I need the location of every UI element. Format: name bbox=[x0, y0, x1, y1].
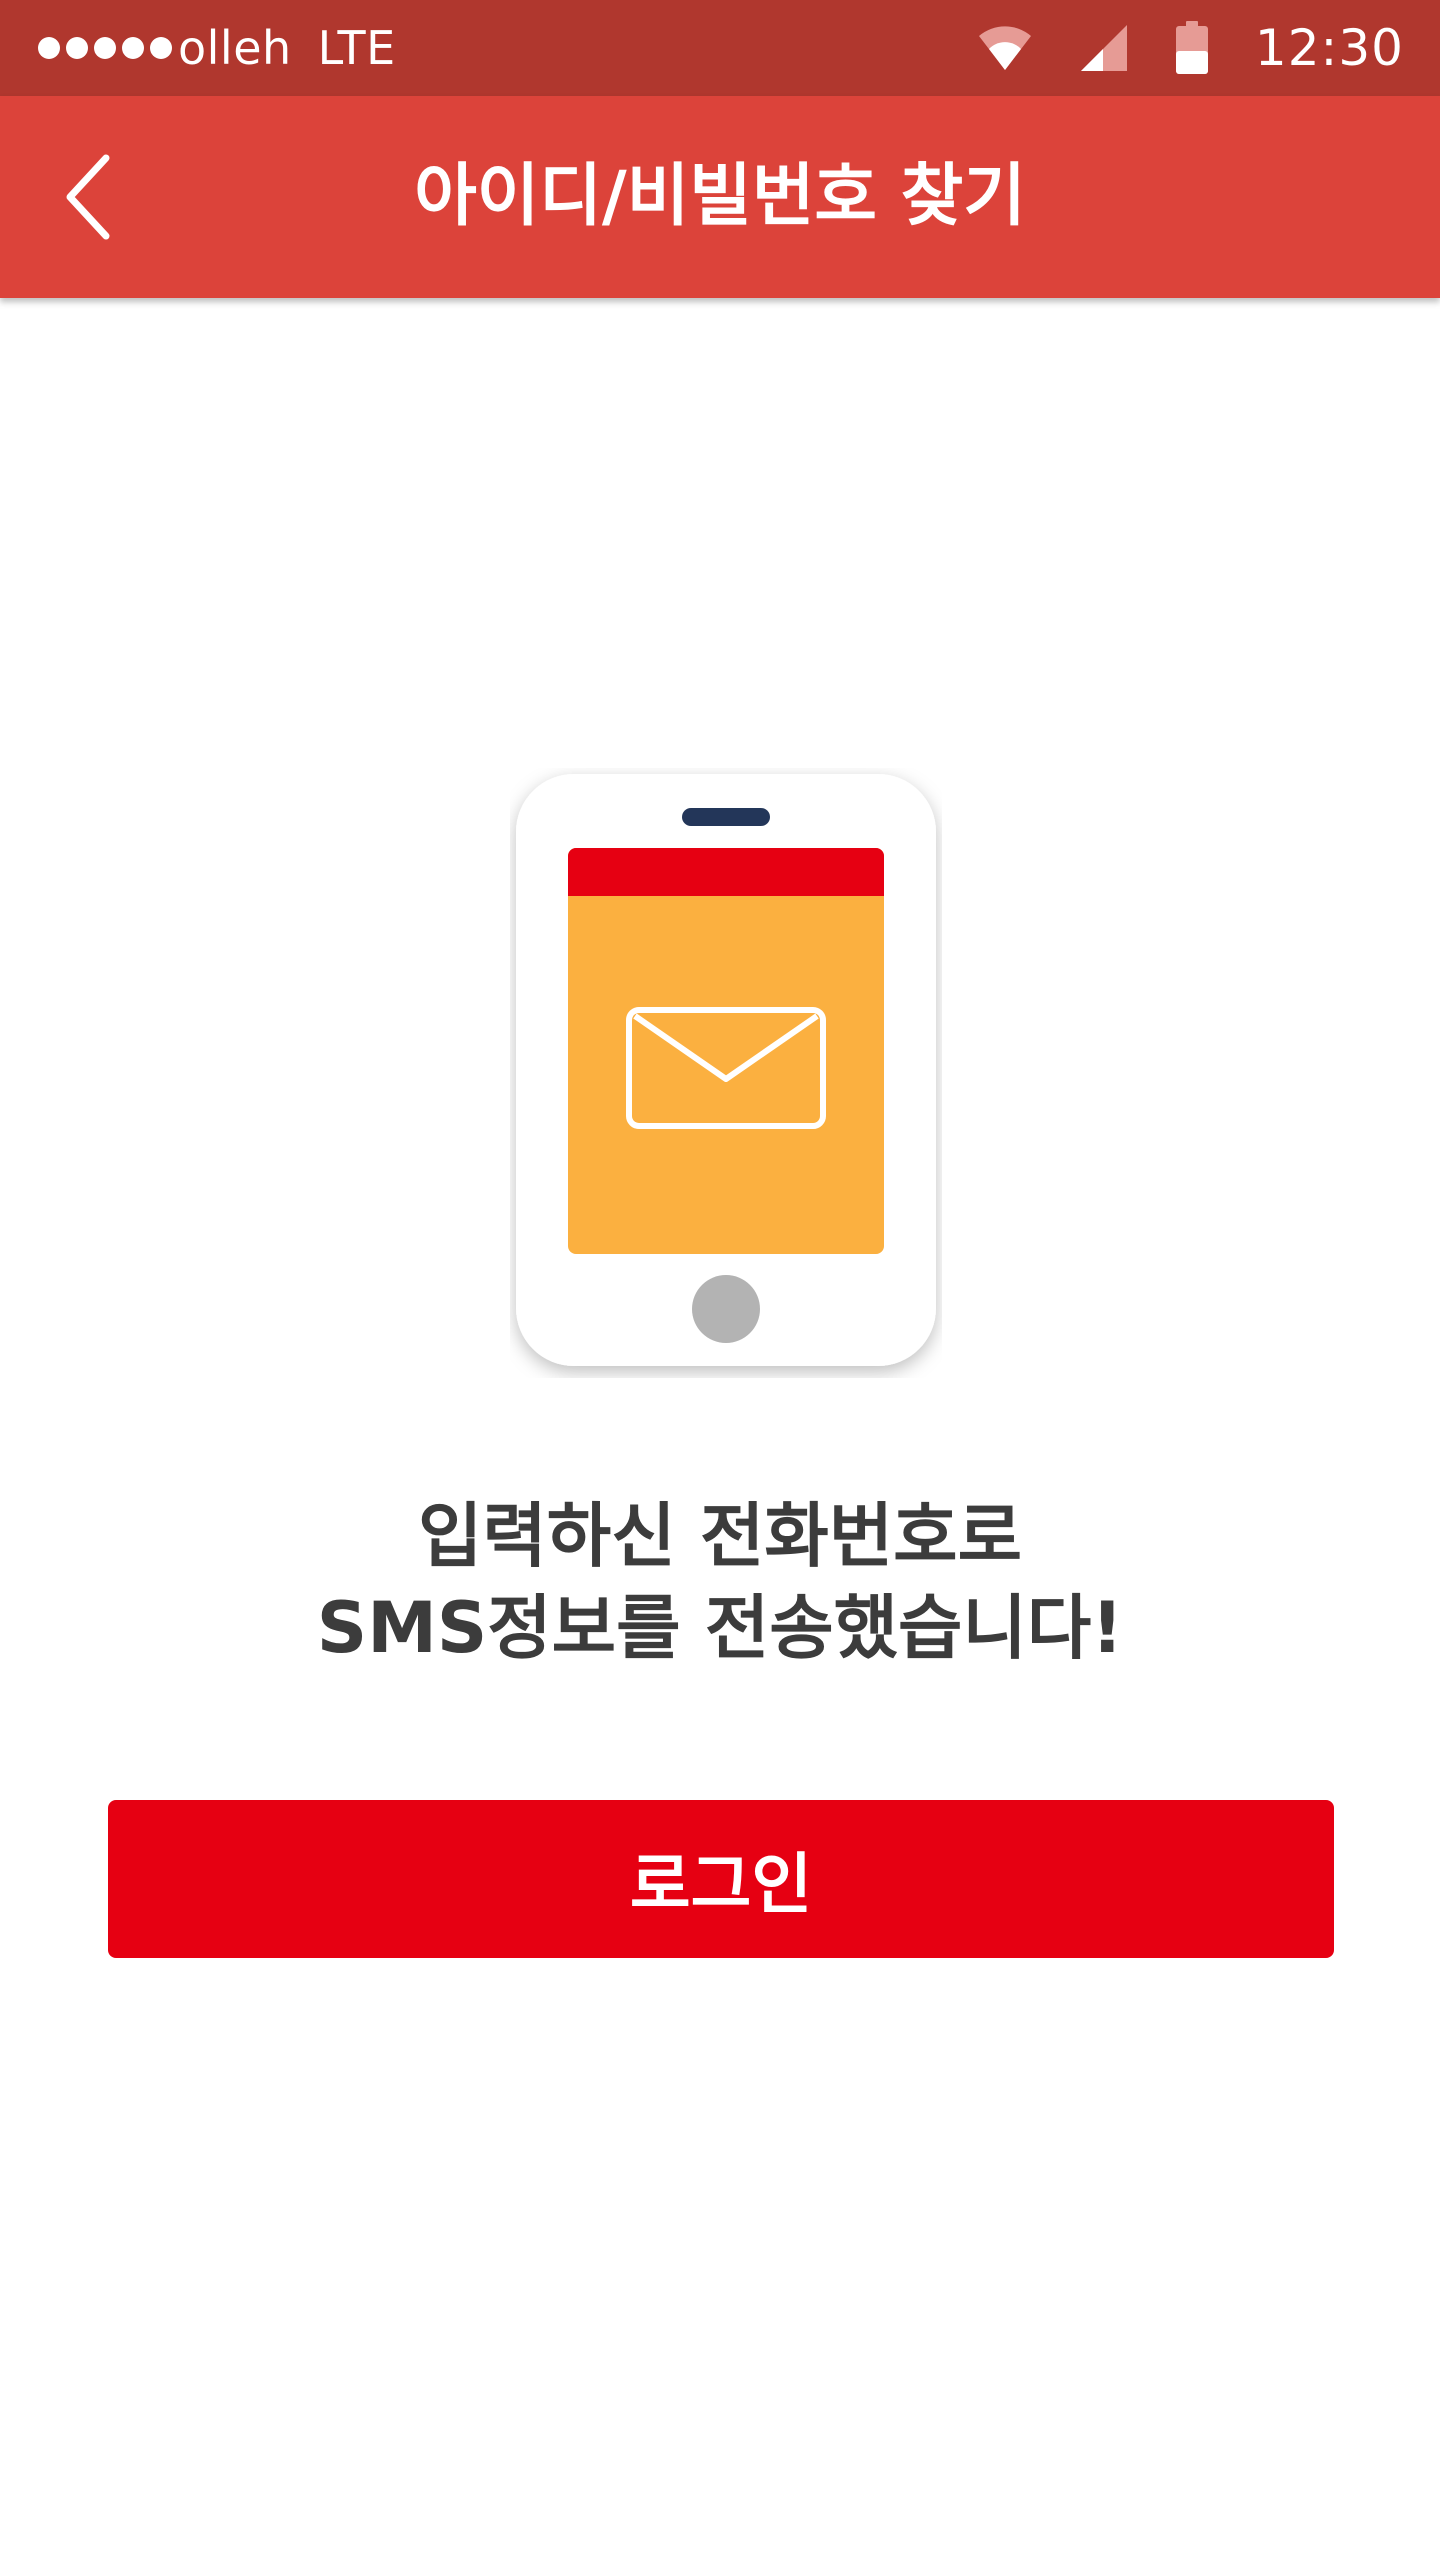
status-bar: olleh LTE 12:30 bbox=[0, 0, 1440, 96]
wifi-icon bbox=[978, 26, 1031, 70]
chevron-left-icon bbox=[66, 154, 110, 240]
status-time: 12:30 bbox=[1254, 19, 1404, 77]
carrier-info: olleh LTE bbox=[38, 0, 396, 96]
app-bar: 아이디/비빌번호 찾기 bbox=[0, 96, 1440, 298]
home-button-graphic bbox=[692, 1275, 760, 1343]
network-type: LTE bbox=[317, 21, 396, 75]
login-button[interactable]: 로그인 bbox=[108, 1800, 1334, 1958]
phone-mail-illustration bbox=[516, 774, 936, 1366]
message-line-2: SMS정보를 전송했습니다! bbox=[316, 1587, 1124, 1669]
status-icons: 12:30 bbox=[977, 0, 1404, 96]
message-line-1: 입력하신 전화번호로 bbox=[418, 1495, 1022, 1577]
carrier-name: olleh bbox=[178, 21, 292, 75]
signal-dots-icon bbox=[38, 37, 172, 59]
sms-sent-message: 입력하신 전화번호로 SMS정보를 전송했습니다! bbox=[120, 1490, 1320, 1674]
battery-icon bbox=[1175, 21, 1208, 74]
cellular-signal-icon bbox=[1080, 25, 1127, 71]
back-button[interactable] bbox=[40, 147, 140, 247]
page-title: 아이디/비빌번호 찾기 bbox=[414, 157, 1026, 236]
